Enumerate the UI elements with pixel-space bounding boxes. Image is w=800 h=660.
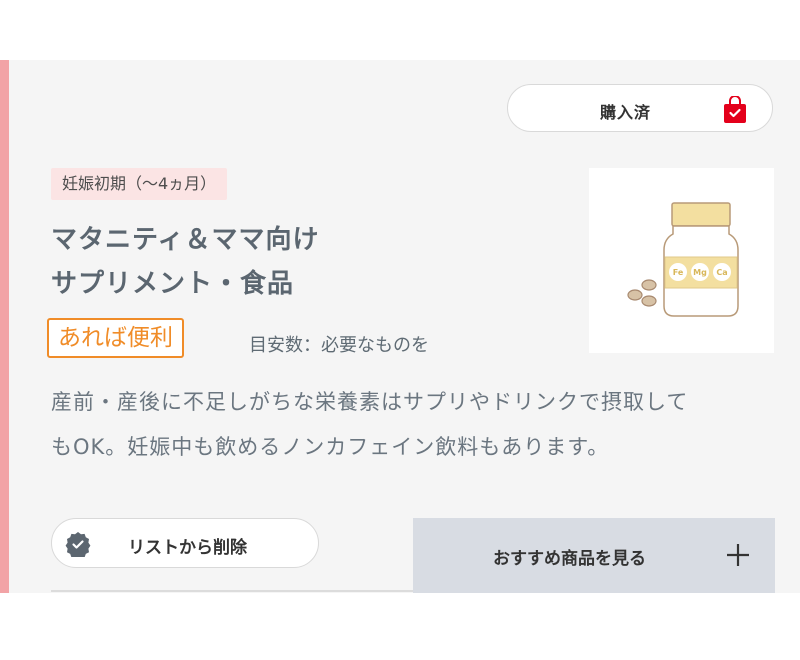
label-ca: Ca [716, 268, 727, 277]
purchased-button[interactable]: 購入済 [507, 84, 773, 132]
quantity-guide: 目安数：必要なものを [249, 335, 429, 356]
item-description: 産前・産後に不足しがちな栄養素はサプリやドリンクで摂取して もOK。妊娠中も飲め… [51, 380, 766, 470]
label-mg: Mg [693, 268, 707, 277]
item-title-line2: サプリメント・食品 [51, 269, 295, 299]
period-tag: 妊娠初期（〜4ヵ月） [51, 168, 228, 200]
view-recommended-products-label: おすすめ商品を見る [493, 549, 646, 569]
description-line2: もOK。妊娠中も飲めるノンカフェイン飲料もあります。 [51, 435, 610, 459]
label-fe: Fe [673, 268, 684, 277]
priority-badge: あれば便利 [47, 318, 184, 358]
purchased-label: 購入済 [600, 103, 652, 122]
shopping-bag-icon [724, 96, 746, 123]
checklist-item-card: 購入済 妊娠初期（〜4ヵ月） マタニティ＆ママ向け サプリメント・食品 Fe M… [0, 60, 800, 593]
bottom-divider [51, 590, 413, 592]
plus-icon [727, 544, 749, 566]
remove-from-list-label: リストから削除 [128, 538, 247, 558]
supplement-bottle-illustration: Fe Mg Ca [627, 202, 739, 317]
card-accent-bar [0, 60, 9, 593]
item-title-line1: マタニティ＆ママ向け [51, 225, 320, 255]
product-image: Fe Mg Ca [589, 168, 774, 353]
remove-from-list-button[interactable]: リストから削除 [51, 518, 319, 568]
description-line1: 産前・産後に不足しがちな栄養素はサプリやドリンクで摂取して [51, 390, 689, 414]
view-recommended-products-button[interactable]: おすすめ商品を見る [413, 518, 775, 593]
check-circle-icon [65, 532, 91, 557]
item-title: マタニティ＆ママ向け サプリメント・食品 [51, 218, 551, 306]
